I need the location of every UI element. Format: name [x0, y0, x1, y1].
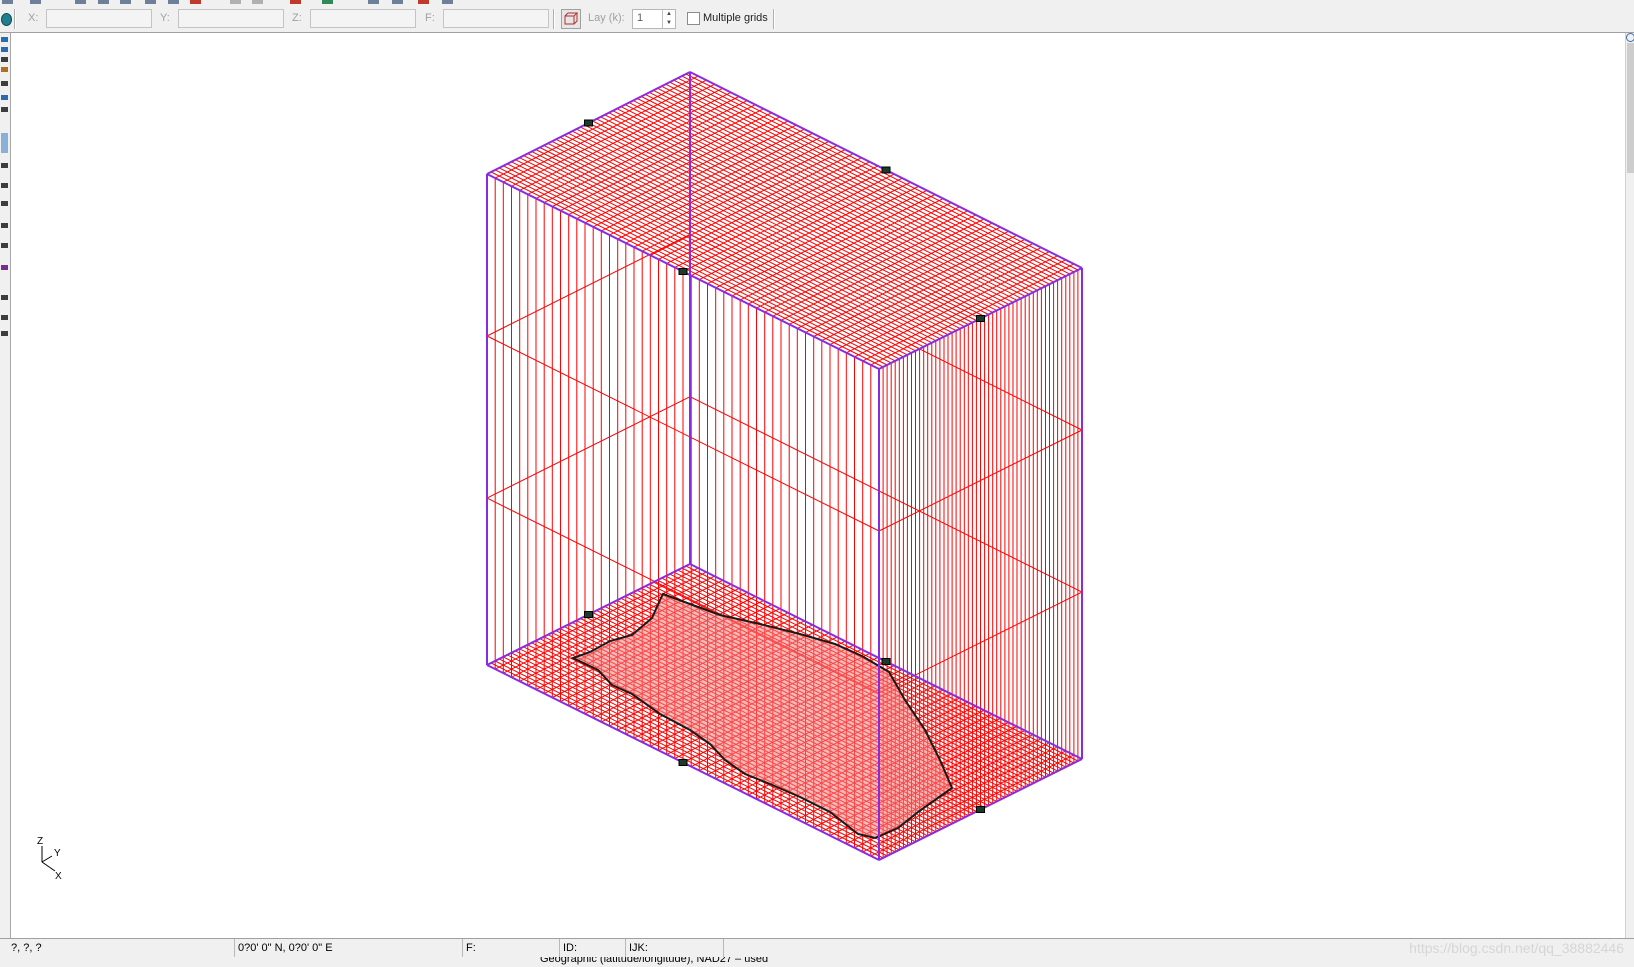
y-label: Y:	[160, 12, 170, 24]
toolbar-icon[interactable]	[2, 0, 13, 4]
grid-edge-handle[interactable]	[678, 759, 688, 766]
toolbar-icon[interactable]	[230, 0, 241, 4]
tool-icon[interactable]	[1, 295, 8, 300]
status-id: ID:	[560, 939, 626, 957]
coordinate-system-text: Geographic (latitude/longitude), NAD27 –…	[540, 957, 769, 965]
toolbar-icon[interactable]	[322, 0, 333, 4]
status-bar: ?, ?, ? 0?0' 0" N, 0?0' 0" E F: ID: IJK:…	[0, 938, 1634, 957]
tool-icon[interactable]	[1, 67, 8, 72]
toolbar-separator	[773, 9, 775, 29]
globe-icon[interactable]	[1, 13, 12, 26]
coordinate-system-bar: Geographic (latitude/longitude), NAD27 –…	[0, 957, 1634, 967]
grid-3d-scene: Z Y X	[37, 71, 1083, 882]
tool-icon[interactable]	[1, 107, 8, 112]
tool-icon[interactable]	[1, 315, 8, 320]
3d-grid-viewport[interactable]: Z Y X	[11, 33, 1625, 938]
grid-edge-handle[interactable]	[584, 611, 593, 618]
status-ijk: IJK:	[626, 939, 724, 957]
toolbar-icon[interactable]	[75, 0, 86, 4]
toolbar-icon[interactable]	[368, 0, 379, 4]
tool-icon[interactable]	[1, 201, 8, 206]
axis-x-label: X	[55, 871, 62, 882]
x-field[interactable]	[46, 9, 152, 28]
axis-triad: Z Y X	[37, 836, 62, 882]
f-label: F:	[425, 12, 435, 24]
grid-edge-handle[interactable]	[976, 315, 985, 322]
tool-icon[interactable]	[1, 47, 8, 52]
status-ijk-position: ?, ?, ?	[8, 939, 235, 957]
left-tool-palette	[0, 33, 11, 938]
grid-edge-handle[interactable]	[678, 268, 688, 275]
toolbar-icon[interactable]	[98, 0, 109, 4]
coordinate-toolbar: X: Y: Z: F: Lay (k): 1 ▲ ▼ Multiple grids	[0, 6, 1634, 33]
layer-value: 1	[637, 12, 644, 24]
tool-icon[interactable]	[1, 183, 8, 188]
view-icon[interactable]	[1626, 33, 1634, 42]
toolbar-separator	[14, 9, 16, 29]
f-field[interactable]	[443, 9, 549, 28]
tool-icon[interactable]	[1, 163, 8, 168]
tool-icon[interactable]	[1, 81, 8, 86]
grid-edge-handle[interactable]	[976, 806, 985, 813]
status-latlon: 0?0' 0" N, 0?0' 0" E	[235, 939, 463, 957]
toolbar-icon[interactable]	[120, 0, 131, 4]
layer-spinner[interactable]: 1 ▲ ▼	[632, 9, 676, 29]
toolbar-icon[interactable]	[252, 0, 263, 4]
status-f: F:	[463, 939, 560, 957]
axis-z-label: Z	[37, 836, 43, 847]
toolbar-icon[interactable]	[392, 0, 403, 4]
y-field[interactable]	[178, 9, 284, 28]
tool-icon[interactable]	[1, 37, 8, 42]
tool-icon[interactable]	[1, 265, 8, 270]
spin-arrows-icon[interactable]: ▲ ▼	[662, 10, 675, 28]
toolbar-icon[interactable]	[190, 0, 201, 4]
z-label: Z:	[292, 12, 302, 24]
multiple-grids-checkbox[interactable]	[687, 12, 700, 25]
toolbar-icon[interactable]	[290, 0, 301, 4]
tool-icon[interactable]	[1, 243, 8, 248]
toolbar-icon[interactable]	[418, 0, 429, 4]
multiple-grids-label: Multiple grids	[703, 12, 768, 24]
layer-label: Lay (k):	[588, 12, 625, 24]
tool-icon[interactable]	[1, 133, 8, 153]
grid-cube-icon	[564, 12, 579, 25]
watermark: https://blog.csdn.net/qq_38882446	[1409, 940, 1624, 956]
toolbar-icon[interactable]	[442, 0, 453, 4]
tool-icon[interactable]	[1, 331, 8, 336]
scrollbar-thumb[interactable]	[1627, 43, 1634, 173]
axis-y-label: Y	[54, 848, 61, 859]
toolbar-icon[interactable]	[145, 0, 156, 4]
tool-icon[interactable]	[1, 57, 8, 62]
grid-layer-button[interactable]	[561, 9, 581, 29]
toolbar-icon[interactable]	[168, 0, 179, 4]
grid-edge-handle[interactable]	[881, 166, 891, 174]
tool-icon[interactable]	[1, 223, 8, 228]
tool-icon[interactable]	[1, 95, 8, 100]
z-field[interactable]	[310, 9, 416, 28]
toolbar-icon[interactable]	[30, 0, 41, 4]
toolbar-separator	[553, 9, 555, 29]
x-label: X:	[28, 12, 39, 24]
vertical-scrollbar[interactable]	[1625, 33, 1634, 938]
grid-edge-handle[interactable]	[584, 119, 593, 127]
grid-edge-handle[interactable]	[881, 658, 891, 665]
